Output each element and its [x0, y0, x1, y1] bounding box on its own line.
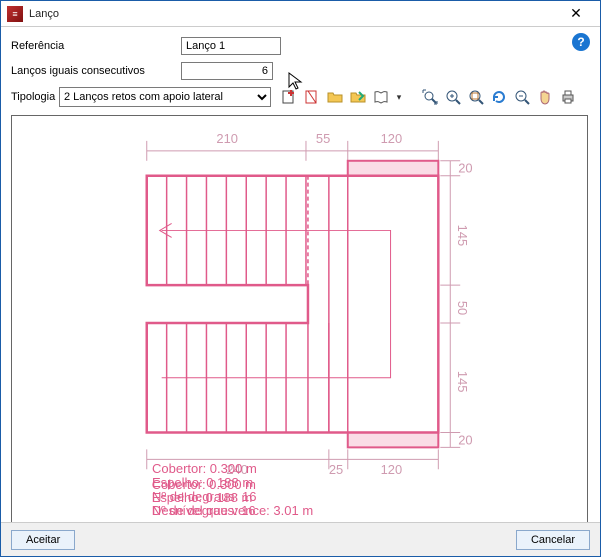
- reference-input[interactable]: [181, 37, 281, 55]
- print-icon[interactable]: [558, 87, 578, 107]
- open-icon[interactable]: [325, 87, 345, 107]
- zoom-in-icon[interactable]: [443, 87, 463, 107]
- drawing-canvas[interactable]: 210 55 120 20 145 50 145 20: [11, 115, 588, 525]
- zoom-select-icon[interactable]: [466, 87, 486, 107]
- window-title: Lanço: [29, 8, 558, 20]
- zoom-fit-icon[interactable]: [420, 87, 440, 107]
- tipologia-label: Tipologia: [11, 91, 57, 103]
- button-bar: Aceitar Cancelar: [1, 522, 600, 556]
- zoom-out-icon[interactable]: [512, 87, 532, 107]
- tipologia-select[interactable]: 2 Lanços retos com apoio lateral: [59, 87, 271, 107]
- svg-text:20: 20: [458, 432, 472, 447]
- new-icon[interactable]: [279, 87, 299, 107]
- titlebar: ≡ Lanço ✕: [1, 1, 600, 27]
- pan-icon[interactable]: [535, 87, 555, 107]
- svg-text:25: 25: [329, 462, 343, 477]
- row-consecutive: Lanços iguais consecutivos: [11, 60, 590, 82]
- svg-text:50: 50: [455, 301, 470, 315]
- edit-icon[interactable]: [302, 87, 322, 107]
- row-tipologia: Tipologia 2 Lanços retos com apoio later…: [11, 85, 590, 109]
- consecutive-input[interactable]: [181, 62, 273, 80]
- svg-text:55: 55: [316, 131, 330, 146]
- info-block: Cobertor: 0.300 m Espelho: 0.188 m Nº de…: [152, 462, 313, 518]
- save-icon[interactable]: [348, 87, 368, 107]
- accept-button[interactable]: Aceitar: [11, 530, 75, 550]
- svg-text:120: 120: [381, 131, 403, 146]
- svg-text:20: 20: [458, 161, 472, 176]
- svg-text:120: 120: [381, 462, 403, 477]
- toolbar: ▾: [279, 87, 578, 107]
- reference-label: Referência: [11, 40, 181, 52]
- svg-text:145: 145: [455, 225, 470, 247]
- dropdown-icon[interactable]: ▾: [394, 87, 404, 107]
- row-reference: Referência: [11, 35, 590, 57]
- refresh-icon[interactable]: [489, 87, 509, 107]
- cancel-button[interactable]: Cancelar: [516, 530, 590, 550]
- app-icon: ≡: [7, 6, 23, 22]
- svg-text:210: 210: [216, 131, 238, 146]
- svg-text:145: 145: [455, 371, 470, 393]
- help-icon[interactable]: ?: [572, 33, 590, 51]
- consecutive-label: Lanços iguais consecutivos: [11, 65, 181, 77]
- book-icon[interactable]: [371, 87, 391, 107]
- content-area: ? Referência Lanços iguais consecutivos …: [1, 27, 600, 529]
- close-button[interactable]: ✕: [558, 4, 594, 24]
